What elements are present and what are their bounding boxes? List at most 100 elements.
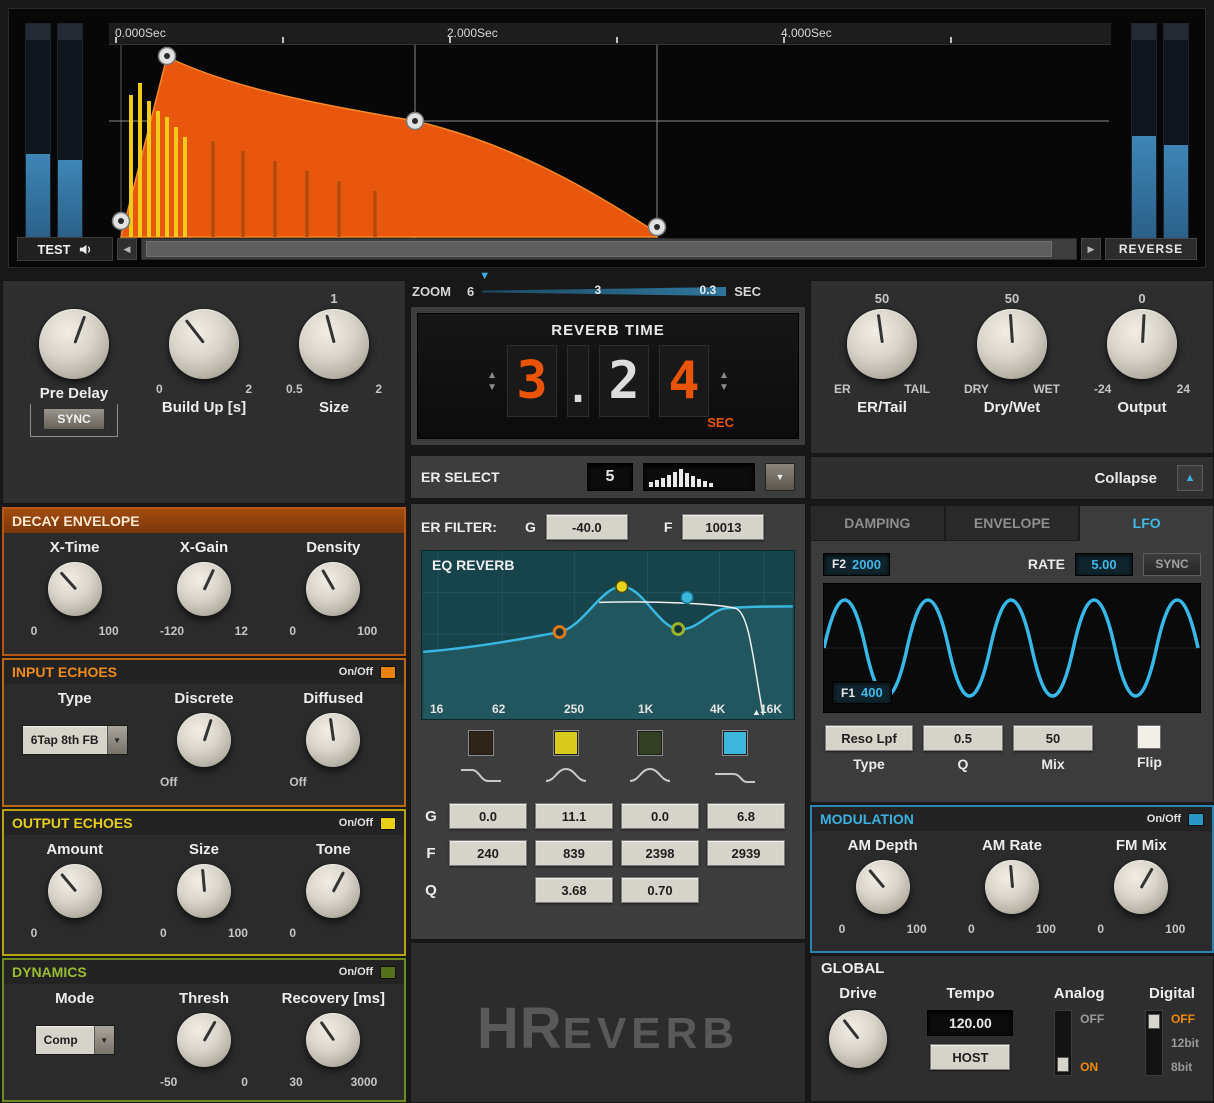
eq-freq-field[interactable]: 2398	[621, 840, 699, 866]
scrollbar[interactable]	[141, 238, 1077, 260]
digital-switch[interactable]	[1144, 1010, 1163, 1076]
fm-mix-knob[interactable]	[1114, 860, 1169, 914]
output-size-knob[interactable]	[176, 864, 231, 918]
recovery-knob[interactable]	[306, 1013, 361, 1067]
scrollbar-thumb[interactable]	[146, 241, 1052, 257]
tab-lfo[interactable]: LFO	[1079, 505, 1214, 541]
digital-off-option[interactable]: OFF	[1171, 1012, 1199, 1026]
input-echoes-onoff-toggle[interactable]	[380, 665, 396, 679]
eq-q-field[interactable]: 0.70	[621, 877, 699, 903]
lfo-waveform-display: F1 400	[823, 583, 1201, 713]
tab-envelope[interactable]: ENVELOPE	[944, 505, 1080, 541]
eq-band3-button[interactable]	[637, 730, 664, 756]
eq-freq-field[interactable]: 240	[449, 840, 527, 866]
knob-max-label: 100	[1035, 922, 1056, 936]
am-depth-knob[interactable]	[855, 860, 910, 914]
x-gain-knob[interactable]	[176, 562, 231, 616]
eq-gain-field[interactable]: 11.1	[535, 803, 613, 829]
scroll-right-button[interactable]: ▶	[1081, 238, 1101, 260]
dynamics-onoff-toggle[interactable]	[380, 965, 396, 979]
er-select-dropdown-button[interactable]: ▼	[765, 463, 795, 491]
er-filter-freq-field[interactable]: 10013	[682, 514, 765, 540]
tempo-label: Tempo	[946, 985, 995, 1002]
freq-label: 16K	[760, 702, 783, 716]
reverb-time-title: REVERB TIME	[551, 322, 665, 339]
er-filter-cutoff-marker[interactable]: ▲	[752, 707, 761, 717]
er-pattern-display[interactable]	[643, 463, 755, 491]
eq-gain-field[interactable]: 0.0	[621, 803, 699, 829]
knob-label: X-Gain	[179, 539, 229, 556]
tone-knob[interactable]	[306, 864, 361, 918]
lfo-f2-field[interactable]: F2 2000	[823, 552, 890, 576]
eq-freq-field[interactable]: 2939	[707, 840, 785, 866]
reverb-time-spinner-left[interactable]: ▲ ▼	[487, 370, 497, 392]
lfo-q-field[interactable]: 0.5	[923, 725, 1003, 751]
echo-type-value: 6Tap 8th FB	[22, 726, 107, 754]
knob-min-label: 0	[156, 382, 163, 396]
logo-panel: H R EVERB	[410, 942, 806, 1103]
collapse-button[interactable]: ▲	[1177, 465, 1203, 491]
freq-label: 250	[564, 702, 585, 716]
dry-wet-knob[interactable]	[977, 309, 1047, 379]
knob-label: Size	[188, 841, 219, 858]
decay-envelope-shape[interactable]	[120, 55, 658, 238]
reverb-time-digit: 3	[507, 345, 557, 417]
analog-on-option[interactable]: ON	[1080, 1060, 1104, 1074]
test-button[interactable]: TEST	[17, 237, 113, 261]
reverb-time-spinner-right[interactable]: ▲ ▼	[719, 370, 729, 392]
size-knob[interactable]	[299, 309, 369, 379]
digital-8bit-option[interactable]: 8bit	[1171, 1060, 1199, 1074]
reverse-button[interactable]: REVERSE	[1105, 238, 1197, 260]
eq-freq-field[interactable]: 839	[535, 840, 613, 866]
am-rate-knob[interactable]	[984, 860, 1039, 914]
tab-damping[interactable]: DAMPING	[810, 505, 945, 541]
tempo-field[interactable]: 120.00	[927, 1010, 1014, 1036]
eq-band4-button[interactable]	[721, 730, 748, 756]
drive-knob[interactable]	[829, 1010, 887, 1068]
er-select-value[interactable]: 5	[587, 463, 633, 491]
x-time-knob[interactable]	[47, 562, 102, 616]
amount-knob[interactable]	[47, 864, 102, 918]
pre-delay-knob[interactable]	[39, 309, 109, 379]
thresh-knob[interactable]	[176, 1013, 231, 1067]
digital-12bit-option[interactable]: 12bit	[1171, 1036, 1199, 1050]
dynamics-mode-dropdown[interactable]: Comp ▼	[34, 1025, 115, 1055]
onoff-label: On/Off	[338, 666, 373, 678]
scroll-left-button[interactable]: ◀	[117, 238, 137, 260]
knob-value: 1	[330, 291, 338, 306]
echo-type-dropdown[interactable]: 6Tap 8th FB ▼	[21, 725, 128, 755]
er-tail-knob[interactable]	[847, 309, 917, 379]
lfo-f1-field[interactable]: F1 400	[832, 681, 892, 704]
eq-gain-field[interactable]: 6.8	[707, 803, 785, 829]
modulation-onoff-toggle[interactable]	[1188, 812, 1204, 826]
triangle-up-icon: ▲	[1184, 472, 1196, 484]
lfo-sync-button[interactable]: SYNC	[1143, 552, 1201, 576]
lfo-rate-field[interactable]: 5.00	[1075, 552, 1133, 576]
density-knob[interactable]	[306, 562, 361, 616]
host-button[interactable]: HOST	[930, 1044, 1011, 1070]
flip-toggle[interactable]	[1137, 725, 1162, 749]
zoom-marker-icon[interactable]: ▼	[479, 270, 490, 282]
er-filter-gain-field[interactable]: -40.0	[545, 514, 628, 540]
analog-switch[interactable]	[1054, 1010, 1073, 1076]
output-echoes-onoff-toggle[interactable]	[380, 816, 396, 830]
output-echoes-section: OUTPUT ECHOES On/Off Amount 0 Size 0 100 …	[2, 809, 406, 956]
knob-label: Build Up [s]	[161, 399, 247, 416]
eq-band1-button[interactable]	[468, 730, 495, 756]
ruler-ticks	[115, 37, 1111, 43]
pre-delay-sync-button[interactable]: SYNC	[43, 408, 105, 430]
build-up-knob[interactable]	[169, 309, 239, 379]
reverb-time-unit: SEC	[707, 415, 734, 430]
eq-q-field[interactable]: 3.68	[535, 877, 613, 903]
meter-left-2	[57, 23, 83, 241]
output-knob[interactable]	[1107, 309, 1177, 379]
lfo-filter-type-dropdown[interactable]: Reso Lpf	[825, 725, 913, 751]
eq-band2-button[interactable]	[552, 730, 579, 756]
zoom-slider[interactable]: ▼ 3 0.3	[479, 270, 727, 299]
eq-reverb-graph[interactable]: EQ REVERB 16 62 250 1K 4K 16K ▲	[421, 550, 795, 720]
eq-gain-field[interactable]: 0.0	[449, 803, 527, 829]
lfo-mix-field[interactable]: 50	[1013, 725, 1093, 751]
diffused-knob[interactable]	[306, 713, 361, 767]
discrete-knob[interactable]	[176, 713, 231, 767]
analog-off-option[interactable]: OFF	[1080, 1012, 1104, 1026]
